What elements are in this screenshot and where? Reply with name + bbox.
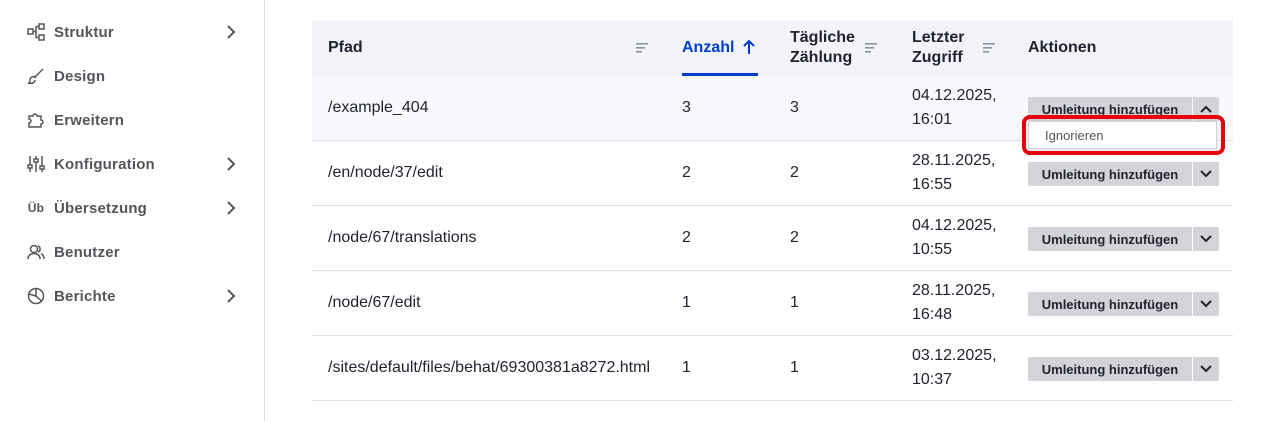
chevron-down-icon: [1200, 300, 1212, 308]
column-header-daily-count[interactable]: Tägliche Zählung: [790, 20, 900, 76]
sliders-icon: [26, 154, 46, 174]
last-access-cell: 04.12.2025, 10:55: [912, 217, 997, 258]
sort-icon: [636, 43, 648, 53]
action-dropbutton: Umleitung hinzufügen: [1028, 357, 1219, 381]
sidebar-item-erweitern[interactable]: Erweitern: [0, 98, 264, 142]
sort-icon: [983, 43, 995, 53]
column-header-actions: Aktionen: [1028, 39, 1097, 56]
count-cell: 2: [682, 229, 691, 246]
sidebar-item-benutzer[interactable]: Benutzer: [0, 230, 264, 274]
structure-icon: [26, 22, 46, 42]
chevron-down-icon: [1200, 365, 1212, 373]
admin-sidebar: Struktur Design Erweitern Konfiguration …: [0, 0, 265, 421]
count-cell: 1: [682, 294, 691, 311]
add-redirect-button[interactable]: Umleitung hinzufügen: [1028, 357, 1192, 381]
table-row: /en/node/37/edit 2 2 28.11.2025, 16:55 U…: [312, 141, 1233, 206]
dropbutton-toggle[interactable]: [1193, 292, 1219, 316]
add-redirect-button[interactable]: Umleitung hinzufügen: [1028, 227, 1192, 251]
chevron-right-icon: [222, 23, 240, 41]
sidebar-item-label: Übersetzung: [54, 199, 148, 217]
dropbutton-toggle[interactable]: [1193, 162, 1219, 186]
add-redirect-button[interactable]: Umleitung hinzufügen: [1028, 162, 1192, 186]
action-dropbutton: Umleitung hinzufügen: [1028, 162, 1219, 186]
translation-icon: Üb: [27, 201, 45, 215]
column-header-count[interactable]: Anzahl: [682, 20, 772, 76]
dropbutton-toggle[interactable]: [1193, 227, 1219, 251]
sidebar-item-label: Konfiguration: [54, 155, 155, 173]
users-icon: [26, 242, 46, 262]
action-dropbutton: Umleitung hinzufügen: [1028, 227, 1219, 251]
path-cell: /example_404: [328, 99, 429, 116]
chevron-right-icon: [222, 287, 240, 305]
column-header-path[interactable]: Pfad: [328, 20, 658, 76]
count-cell: 2: [682, 164, 691, 181]
table-row: /node/67/edit 1 1 28.11.2025, 16:48 Umle…: [312, 271, 1233, 336]
sidebar-item-uebersetzung[interactable]: Üb Übersetzung: [0, 186, 264, 230]
sidebar-item-design[interactable]: Design: [0, 54, 264, 98]
ignore-link[interactable]: Ignorieren: [1045, 128, 1104, 143]
sidebar-item-konfiguration[interactable]: Konfiguration: [0, 142, 264, 186]
chevron-up-icon: [1200, 105, 1212, 113]
redirect-404-table: Pfad Anzahl Tägliche Zählung Letzter Zug…: [312, 20, 1233, 401]
sidebar-item-label: Berichte: [54, 287, 116, 305]
path-cell: /node/67/edit: [328, 294, 421, 311]
pie-chart-icon: [26, 286, 46, 306]
last-access-cell: 04.12.2025, 16:01: [912, 87, 997, 128]
brush-icon: [26, 66, 46, 86]
table-header: Pfad Anzahl Tägliche Zählung Letzter Zug…: [312, 20, 1233, 76]
dropbutton-menu-item-ignore[interactable]: Ignorieren: [1028, 121, 1217, 149]
path-cell: /en/node/37/edit: [328, 164, 443, 181]
puzzle-icon: [26, 110, 46, 130]
sort-ascending-arrow-icon: [743, 39, 755, 54]
sidebar-item-struktur[interactable]: Struktur: [0, 10, 264, 54]
count-cell: 1: [682, 359, 691, 376]
daily-count-cell: 2: [790, 164, 799, 181]
dropbutton-toggle[interactable]: [1193, 97, 1219, 121]
chevron-down-icon: [1200, 170, 1212, 178]
daily-count-cell: 1: [790, 359, 799, 376]
sidebar-item-label: Struktur: [54, 23, 114, 41]
sort-icon: [865, 43, 877, 53]
add-redirect-button[interactable]: Umleitung hinzufügen: [1028, 97, 1192, 121]
column-header-last-access[interactable]: Letzter Zugriff: [912, 20, 1012, 76]
chevron-right-icon: [222, 199, 240, 217]
daily-count-cell: 3: [790, 99, 799, 116]
sidebar-item-label: Design: [54, 67, 106, 85]
table-row: /sites/default/files/behat/69300381a8272…: [312, 336, 1233, 401]
sidebar-item-label: Erweitern: [54, 111, 125, 129]
path-cell: /sites/default/files/behat/69300381a8272…: [328, 359, 651, 376]
last-access-cell: 28.11.2025, 16:48: [912, 282, 996, 323]
path-cell: /node/67/translations: [328, 229, 477, 246]
daily-count-cell: 1: [790, 294, 799, 311]
chevron-right-icon: [222, 155, 240, 173]
count-cell: 3: [682, 99, 691, 116]
daily-count-cell: 2: [790, 229, 799, 246]
action-dropbutton: Umleitung hinzufügen: [1028, 292, 1219, 316]
table-row: /node/67/translations 2 2 04.12.2025, 10…: [312, 206, 1233, 271]
sidebar-item-label: Benutzer: [54, 243, 120, 261]
add-redirect-button[interactable]: Umleitung hinzufügen: [1028, 292, 1192, 316]
sidebar-item-berichte[interactable]: Berichte: [0, 274, 264, 318]
last-access-cell: 28.11.2025, 16:55: [912, 152, 996, 193]
last-access-cell: 03.12.2025, 10:37: [912, 347, 997, 388]
action-dropbutton: Umleitung hinzufügen: [1028, 97, 1219, 121]
chevron-down-icon: [1200, 235, 1212, 243]
dropbutton-toggle[interactable]: [1193, 357, 1219, 381]
